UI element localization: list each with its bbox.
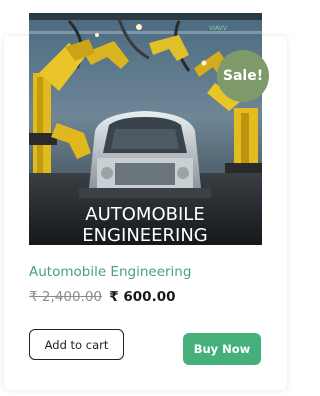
product-image[interactable]: VIAVV AUTOMOBILE ENGINEERING	[29, 13, 262, 245]
buy-now-button[interactable]: Buy Now	[183, 333, 261, 365]
price-row: ₹ 2,400.00 ₹ 600.00	[29, 289, 176, 305]
sale-badge: Sale!	[217, 50, 269, 102]
original-price: ₹ 2,400.00	[29, 289, 102, 305]
sale-price: ₹ 600.00	[109, 289, 176, 305]
image-caption-line2: ENGINEERING	[82, 225, 208, 245]
watermark-text: VIAVV	[209, 25, 228, 32]
product-title-link[interactable]: Automobile Engineering	[29, 264, 191, 280]
image-caption-line1: AUTOMOBILE	[85, 204, 204, 225]
add-to-cart-button[interactable]: Add to cart	[29, 329, 124, 360]
